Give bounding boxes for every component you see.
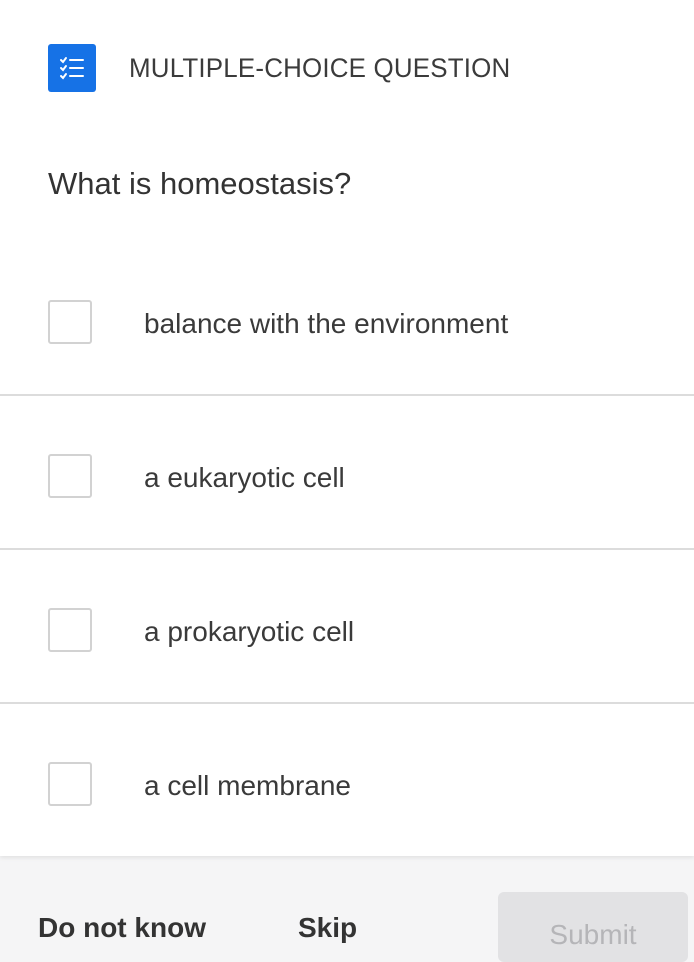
- answer-option[interactable]: a prokaryotic cell: [0, 550, 694, 704]
- option-label: a prokaryotic cell: [144, 616, 355, 647]
- question-text: What is homeostasis?: [48, 166, 352, 201]
- answer-option[interactable]: a eukaryotic cell: [0, 396, 694, 550]
- question-type-header: MULTIPLE-CHOICE QUESTION: [48, 44, 526, 92]
- question-type-label: MULTIPLE-CHOICE QUESTION: [129, 52, 511, 83]
- footer-bar: Do not know Skip Submit: [0, 856, 694, 962]
- option-label: a eukaryotic cell: [144, 462, 345, 493]
- submit-button[interactable]: Submit: [498, 892, 688, 962]
- do-not-know-link[interactable]: Do not know: [38, 912, 206, 944]
- option-label: balance with the environment: [144, 308, 509, 339]
- skip-link[interactable]: Skip: [298, 912, 357, 944]
- option-checkbox[interactable]: [48, 300, 92, 344]
- question-card: MULTIPLE-CHOICE QUESTION What is homeost…: [0, 0, 694, 856]
- checklist-icon: [48, 44, 96, 92]
- answer-options: balance with the environment a eukaryoti…: [0, 242, 694, 858]
- answer-option[interactable]: a cell membrane: [0, 704, 694, 858]
- option-checkbox[interactable]: [48, 762, 92, 806]
- option-label: a cell membrane: [144, 770, 351, 801]
- answer-option[interactable]: balance with the environment: [0, 242, 694, 396]
- option-checkbox[interactable]: [48, 608, 92, 652]
- option-checkbox[interactable]: [48, 454, 92, 498]
